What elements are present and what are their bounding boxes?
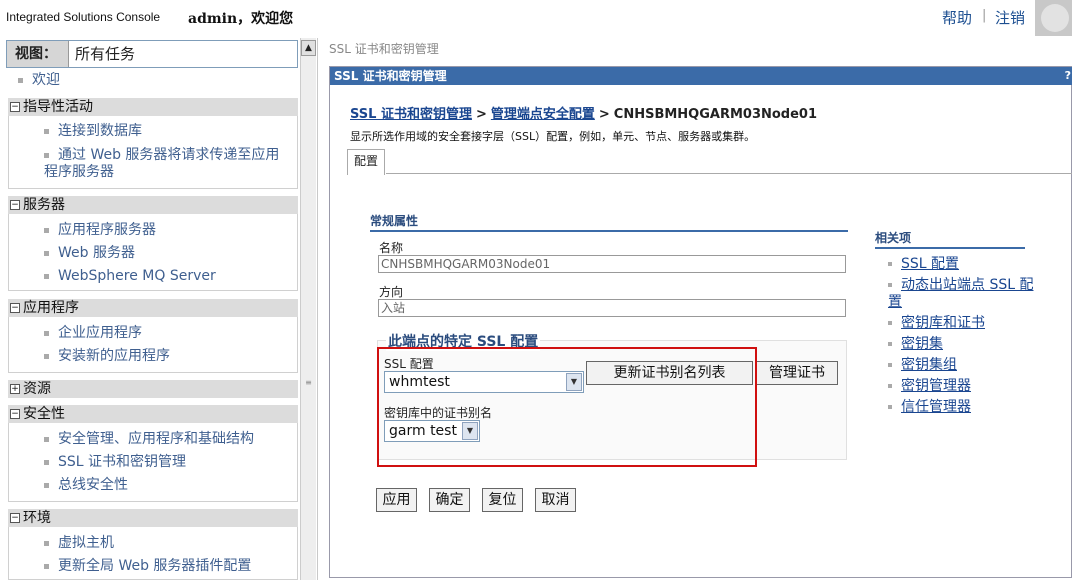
scroll-up-icon[interactable]: ▲ (301, 40, 316, 56)
logo-icon (1041, 4, 1069, 32)
main-panel: SSL 证书和密钥管理? SSL 证书和密钥管理 > 管理端点安全配置 > CNHSBM… (329, 66, 1072, 578)
collapse-icon[interactable]: − (10, 102, 20, 112)
breadcrumb-endpoint-security[interactable]: 管理端点安全配置 (491, 107, 595, 122)
bullet-icon (44, 250, 49, 256)
related-key-set-groups[interactable]: 密钥集组 (888, 357, 1038, 374)
nav-category-applications[interactable]: − 应用程序 (8, 299, 298, 317)
view-value[interactable]: 所有任务 (75, 41, 135, 67)
bullet-icon (44, 482, 49, 488)
nav-item-virtual-hosts[interactable]: 虚拟主机 (44, 535, 289, 552)
bullet-icon (44, 540, 49, 546)
nav-item-websphere-mq[interactable]: WebSphere MQ Server (44, 268, 289, 285)
nav-item-ssl-cert-mgmt[interactable]: SSL 证书和密钥管理 (44, 454, 289, 471)
bullet-icon (44, 436, 49, 442)
nav-item-security-admin[interactable]: 安全管理、应用程序和基础结构 (44, 431, 289, 448)
nav-category-environment[interactable]: − 环境 (8, 509, 298, 527)
nav-item-welcome[interactable]: 欢迎 (18, 72, 60, 89)
breadcrumb-separator: > (475, 107, 487, 122)
related-dynamic-outbound[interactable]: 动态出站端点 SSL 配置 (888, 277, 1038, 311)
breadcrumb-current: CNHSBMHQGARM03Node01 (613, 107, 818, 122)
related-trust-managers[interactable]: 信任管理器 (888, 399, 1038, 416)
related-key-sets[interactable]: 密钥集 (888, 336, 1038, 353)
bullet-icon (44, 152, 49, 158)
scroll-grip-icon[interactable]: ≡ (304, 378, 313, 388)
ok-button[interactable]: 确定 (429, 488, 470, 512)
view-selector[interactable]: 视图： 所有任务 (6, 40, 298, 68)
bullet-icon (888, 384, 892, 388)
nav-item-bus-security[interactable]: 总线安全性 (44, 477, 289, 494)
welcome-text: admin，欢迎您 (188, 11, 294, 27)
reset-button[interactable]: 复位 (482, 488, 523, 512)
collapse-icon[interactable]: − (10, 513, 20, 523)
manage-certs-button[interactable]: 管理证书 (756, 361, 838, 385)
panel-title: SSL 证书和密钥管理? (330, 67, 1072, 85)
content-area: SSL 证书和密钥管理 SSL 证书和密钥管理? SSL 证书和密钥管理 > 管理端… (320, 38, 1072, 580)
bullet-icon (888, 342, 892, 346)
bullet-icon (888, 262, 892, 266)
name-label: 名称 (379, 241, 404, 255)
breadcrumb-ssl-mgmt[interactable]: SSL 证书和密钥管理 (350, 107, 472, 122)
apply-button[interactable]: 应用 (376, 488, 417, 512)
ibm-logo-area (1035, 0, 1072, 36)
nav-item-connect-db[interactable]: 连接到数据库 (44, 123, 289, 140)
help-link[interactable]: 帮助 (942, 7, 972, 28)
bullet-icon (888, 321, 892, 325)
related-ssl-config[interactable]: SSL 配置 (888, 256, 1038, 273)
bullet-icon (44, 273, 49, 279)
expand-icon[interactable]: + (10, 384, 20, 394)
bullet-icon (18, 77, 23, 83)
tab-configuration[interactable]: 配置 (347, 149, 386, 175)
direction-label: 方向 (379, 285, 404, 299)
nav-category-guided-activities[interactable]: − 指导性活动 (8, 98, 298, 116)
navigation-panel: 视图： 所有任务 欢迎 − 指导性活动 连接到数据库 通过 Web 服务器将请求传… (0, 38, 318, 580)
nav-item-app-servers[interactable]: 应用程序服务器 (44, 222, 289, 239)
logout-link[interactable]: 注销 (995, 7, 1025, 28)
highlight-box (377, 347, 757, 467)
collapse-icon[interactable]: − (10, 303, 20, 313)
bullet-icon (888, 283, 892, 287)
top-banner: Integrated Solutions Console admin，欢迎您 帮… (0, 0, 1072, 36)
related-items-heading: 相关项 (875, 229, 1025, 249)
help-icon[interactable]: ? (1065, 67, 1071, 85)
bullet-icon (44, 128, 49, 134)
collapse-icon[interactable]: − (10, 200, 20, 210)
cancel-button[interactable]: 取消 (535, 488, 576, 512)
nav-category-security[interactable]: − 安全性 (8, 405, 298, 423)
collapse-icon[interactable]: − (10, 409, 20, 419)
bullet-icon (44, 227, 49, 233)
nav-item-web-servers[interactable]: Web 服务器 (44, 245, 289, 262)
bullet-icon (44, 353, 49, 359)
bullet-icon (888, 363, 892, 367)
bullet-icon (888, 405, 892, 409)
nav-item-web-server-routing[interactable]: 通过 Web 服务器将请求传递至应用程序服务器 (44, 147, 289, 181)
breadcrumb: SSL 证书和密钥管理 > 管理端点安全配置 > CNHSBMHQGARM03Node0… (350, 103, 817, 122)
bullet-icon (44, 330, 49, 336)
nav-category-resources[interactable]: + 资源 (8, 380, 298, 398)
page-breadcrumb-top: SSL 证书和密钥管理 (329, 42, 439, 56)
breadcrumb-separator: > (598, 107, 610, 122)
bullet-icon (44, 563, 49, 569)
product-name: Integrated Solutions Console (6, 10, 161, 24)
banner-separator: | (982, 8, 987, 23)
nav-category-servers[interactable]: − 服务器 (8, 196, 298, 214)
view-label: 视图： (7, 41, 69, 67)
tab-divider (386, 173, 1072, 174)
nav-item-enterprise-apps[interactable]: 企业应用程序 (44, 325, 289, 342)
related-keystores-certs[interactable]: 密钥库和证书 (888, 315, 1038, 332)
bullet-icon (44, 459, 49, 465)
direction-field: 入站 (378, 299, 846, 317)
page-description: 显示所选作用域的安全套接字层（SSL）配置，例如，单元、节点、服务器或集群。 (350, 130, 756, 143)
nav-item-update-plugin[interactable]: 更新全局 Web 服务器插件配置 (44, 558, 304, 575)
related-key-managers[interactable]: 密钥管理器 (888, 378, 1038, 395)
nav-item-install-app[interactable]: 安装新的应用程序 (44, 348, 289, 365)
general-properties-heading: 常规属性 (370, 212, 848, 232)
nav-scrollbar[interactable]: ▲ ≡ (300, 38, 316, 580)
name-field: CNHSBMHQGARM03Node01 (378, 255, 846, 273)
